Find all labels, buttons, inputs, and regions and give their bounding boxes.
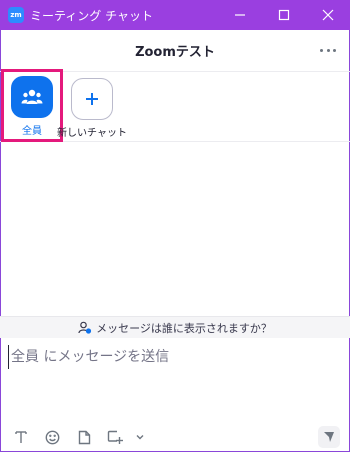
compose-toolbar — [0, 424, 350, 450]
screenshot-icon — [107, 430, 123, 444]
recipient-everyone-label: 全員 — [22, 126, 42, 137]
people-icon — [21, 89, 43, 104]
emoji-button[interactable] — [43, 428, 61, 446]
minimize-icon — [235, 14, 245, 16]
send-button[interactable] — [318, 426, 340, 448]
text-format-button[interactable] — [12, 428, 30, 446]
ellipsis-dot — [326, 48, 330, 52]
minimize-button[interactable] — [218, 0, 262, 30]
message-input[interactable] — [8, 345, 338, 369]
emoji-icon — [45, 430, 59, 444]
new-chat-button[interactable]: 新しいチャット — [57, 78, 127, 139]
maximize-button[interactable] — [262, 0, 306, 30]
chat-header: Zoomテスト — [0, 30, 350, 72]
window-title: ミーティング チャット — [30, 8, 153, 23]
everyone-avatar — [11, 76, 53, 118]
file-button[interactable] — [75, 428, 93, 446]
recipient-everyone[interactable]: 全員 — [1, 69, 63, 142]
send-icon — [324, 432, 334, 442]
window-controls — [218, 0, 350, 30]
zoom-logo-icon: zm — [8, 7, 24, 23]
more-tools-button[interactable] — [131, 428, 149, 446]
maximize-icon — [278, 9, 290, 21]
visibility-notice[interactable]: メッセージは誰に表示されますか？ — [0, 316, 350, 338]
screenshot-button[interactable] — [106, 428, 124, 446]
person-visibility-icon — [78, 321, 92, 334]
recipient-list: 全員 新しいチャット — [0, 69, 350, 142]
chat-title: Zoomテスト — [135, 45, 215, 60]
plus-icon — [86, 93, 98, 105]
new-chat-label: 新しいチャット — [57, 128, 127, 139]
chevron-down-icon — [136, 435, 144, 440]
new-chat-avatar — [71, 78, 113, 120]
more-options-button[interactable] — [320, 42, 336, 58]
compose-area — [0, 339, 350, 419]
file-icon — [78, 430, 90, 444]
ellipsis-dot — [333, 48, 336, 52]
close-button[interactable] — [306, 0, 350, 30]
visibility-notice-text: メッセージは誰に表示されますか？ — [96, 321, 272, 335]
close-icon — [322, 9, 334, 21]
ellipsis-icon — [320, 48, 323, 52]
text-format-icon — [15, 431, 27, 443]
title-bar: zm ミーティング チャット — [0, 0, 350, 30]
